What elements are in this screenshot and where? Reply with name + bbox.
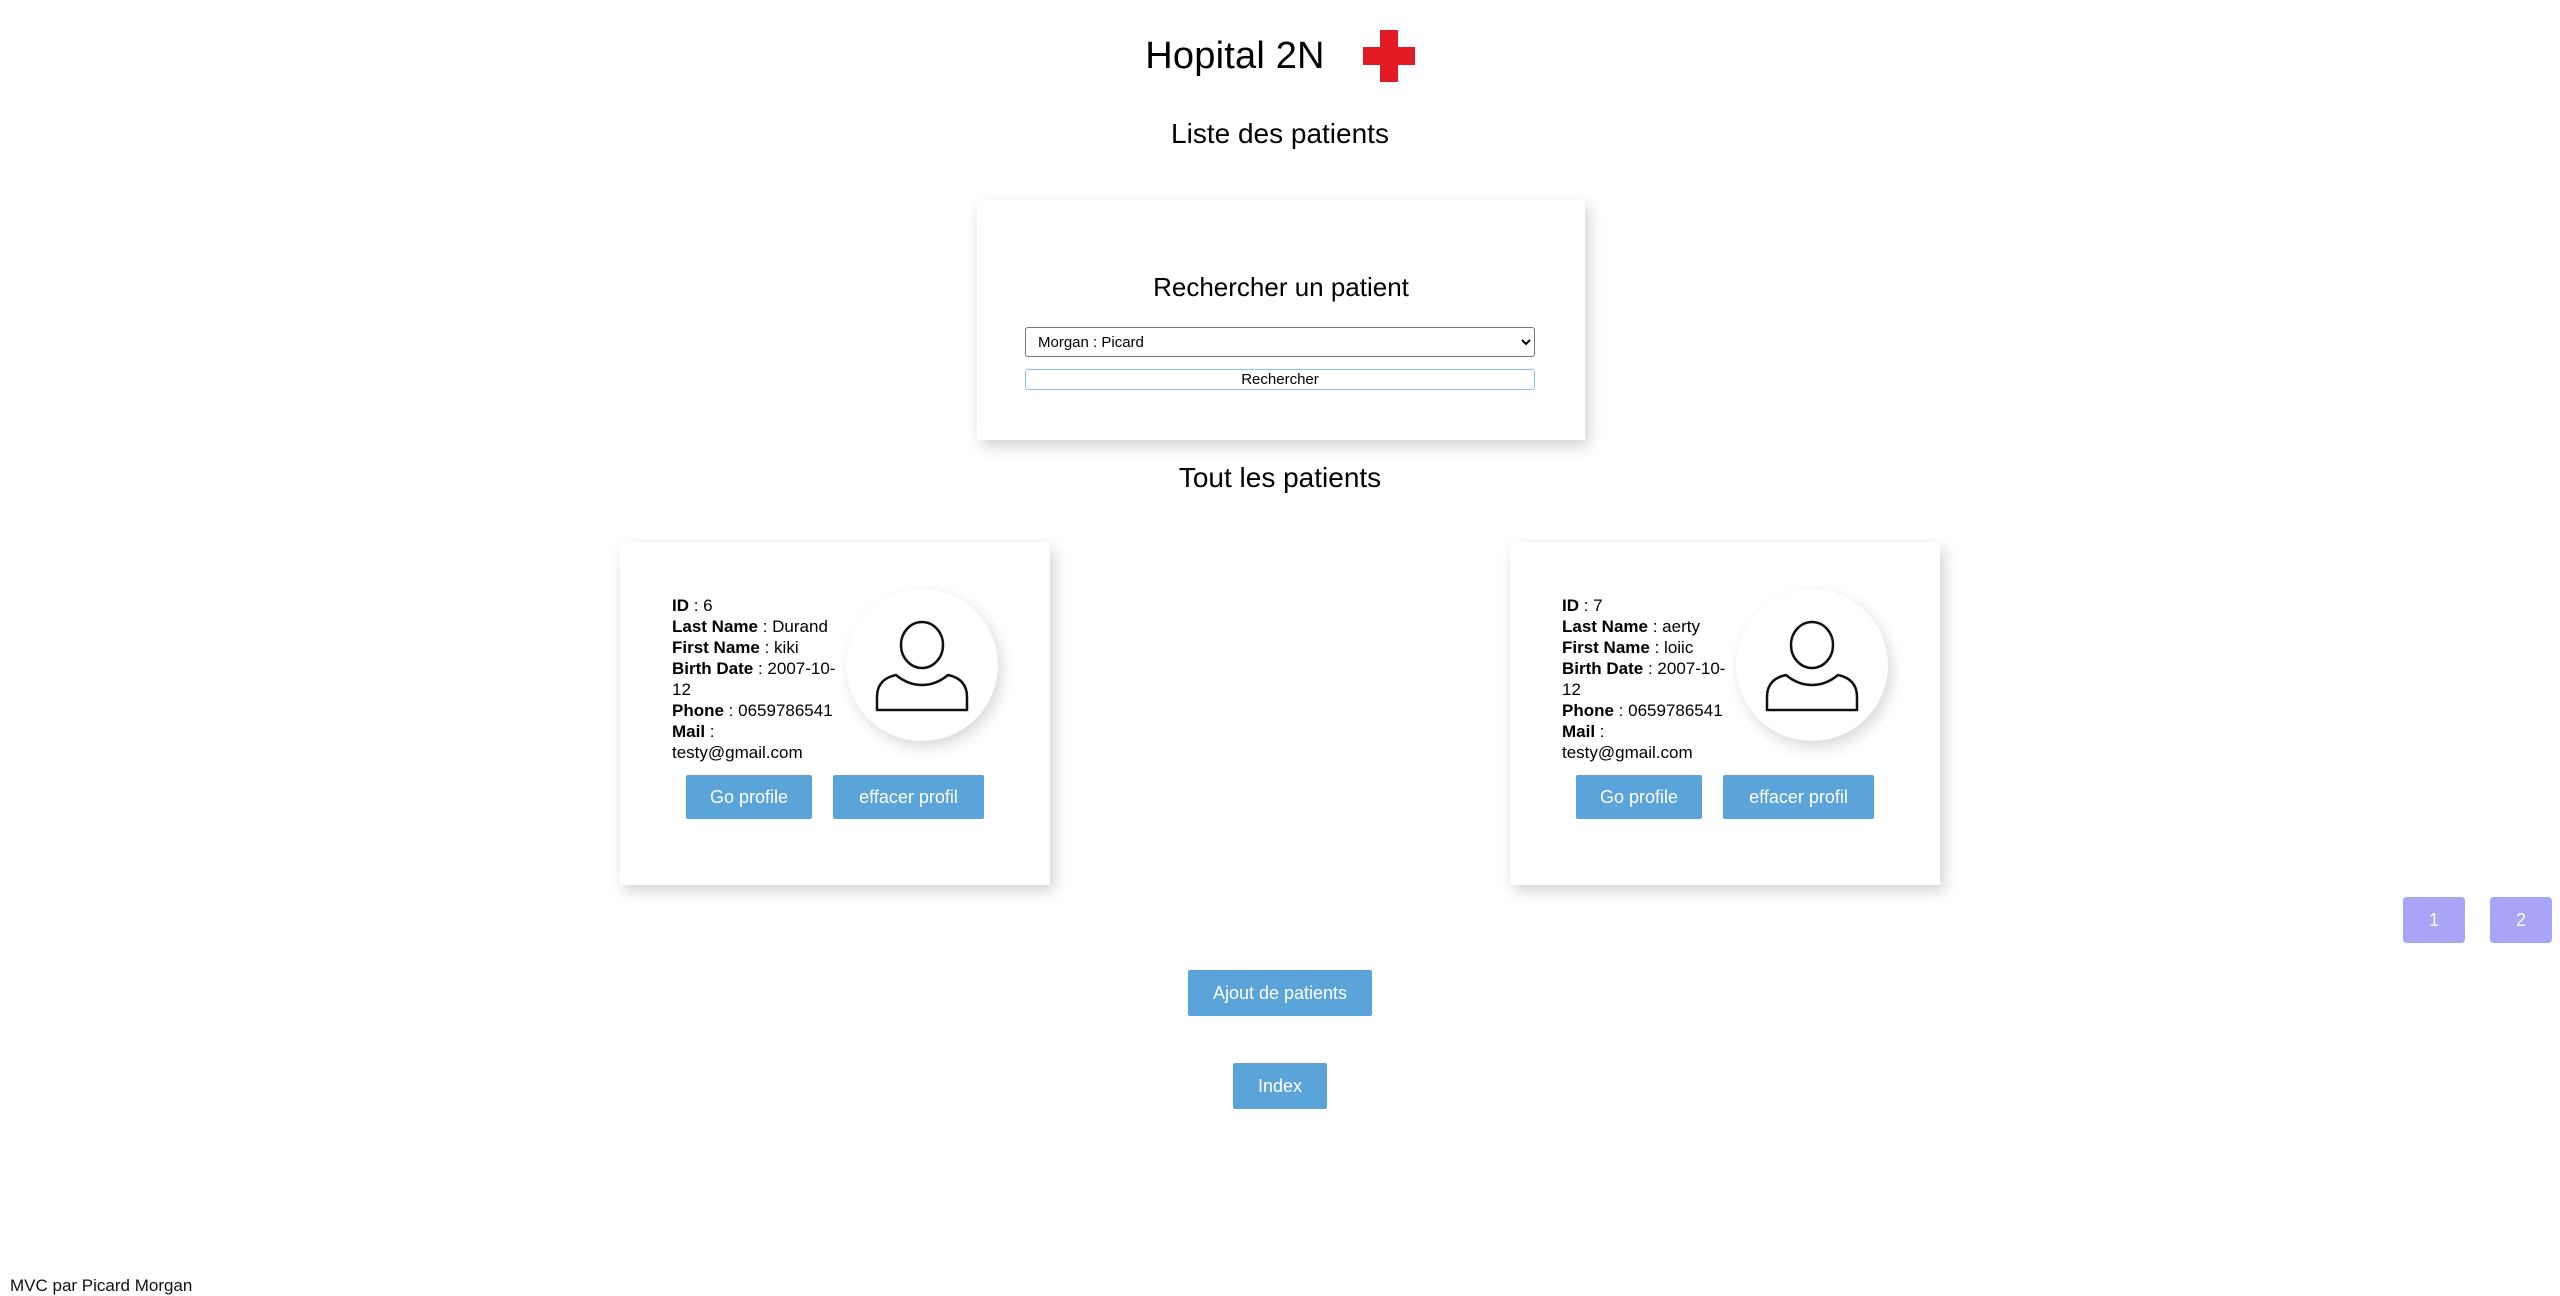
mail-label: Mail (1562, 722, 1596, 741)
user-icon (1765, 620, 1859, 712)
search-title: Rechercher un patient (1153, 272, 1409, 302)
birth-date-label: Birth Date (672, 659, 754, 678)
patient-last-name: aerty (1662, 617, 1700, 636)
page-2-button[interactable]: 2 (2490, 897, 2552, 943)
patient-mail: testy@gmail.com (672, 743, 803, 762)
patient-id: 7 (1593, 596, 1603, 615)
phone-label: Phone (1562, 701, 1614, 720)
red-cross-icon (1362, 30, 1415, 82)
patient-last-name: Durand (772, 617, 828, 636)
patient-card: ID : 7 Last Name : aerty First Name : lo… (1510, 543, 1940, 885)
avatar (846, 589, 998, 741)
patient-mail: testy@gmail.com (1562, 743, 1693, 762)
user-icon (875, 620, 969, 712)
index-button[interactable]: Index (1233, 1063, 1327, 1109)
phone-label: Phone (672, 701, 724, 720)
add-patients-button[interactable]: Ajout de patients (1188, 970, 1372, 1016)
page-1-button[interactable]: 1 (2403, 897, 2465, 943)
go-profile-button[interactable]: Go profile (686, 775, 812, 819)
patient-id: 6 (703, 596, 713, 615)
id-label: ID (1562, 596, 1579, 615)
avatar (1736, 589, 1888, 741)
last-name-label: Last Name (672, 617, 758, 636)
footer-text: MVC par Picard Morgan (10, 1276, 193, 1295)
patient-card: ID : 6 Last Name : Durand First Name : k… (620, 543, 1050, 885)
mail-label: Mail (672, 722, 706, 741)
last-name-label: Last Name (1562, 617, 1648, 636)
patient-first-name: loiic (1664, 638, 1694, 657)
patient-info: ID : 6 Last Name : Durand First Name : k… (672, 596, 836, 762)
site-header: Hopital 2N (0, 26, 2560, 86)
delete-profile-button[interactable]: effacer profil (833, 775, 984, 819)
site-title: Hopital 2N (1145, 34, 1325, 77)
birth-date-label: Birth Date (1562, 659, 1644, 678)
patient-info: ID : 7 Last Name : aerty First Name : lo… (1562, 596, 1726, 762)
search-button[interactable]: Rechercher (1025, 369, 1535, 390)
id-label: ID (672, 596, 689, 615)
first-name-label: First Name (672, 638, 760, 657)
page-title: Liste des patients (1171, 118, 1389, 149)
go-profile-button[interactable]: Go profile (1576, 775, 1702, 819)
all-patients-title: Tout les patients (1178, 462, 1382, 493)
patient-phone: 0659786541 (738, 701, 833, 720)
patient-first-name: kiki (774, 638, 799, 657)
first-name-label: First Name (1562, 638, 1650, 657)
delete-profile-button[interactable]: effacer profil (1723, 775, 1874, 819)
search-card: Rechercher un patient Morgan : Picard Re… (977, 200, 1585, 440)
patient-select[interactable]: Morgan : Picard (1025, 327, 1535, 357)
patient-phone: 0659786541 (1628, 701, 1723, 720)
